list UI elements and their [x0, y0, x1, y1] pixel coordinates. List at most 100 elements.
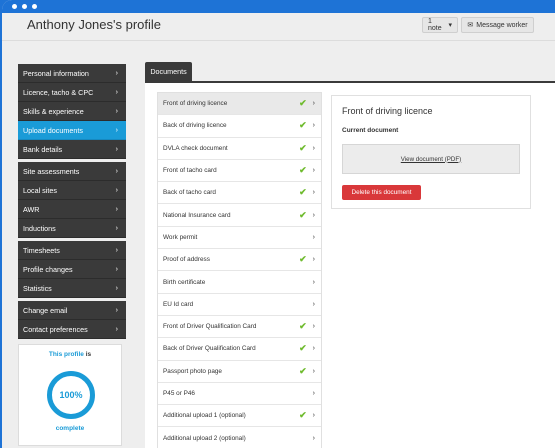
window-dot-icon[interactable] — [12, 4, 17, 9]
checkmark-icon: ✔ — [299, 120, 307, 131]
checkmark-icon: ✔ — [299, 142, 307, 153]
document-status: ✔ › — [299, 143, 315, 154]
chevron-right-icon: › — [312, 144, 315, 152]
checkmark-icon: ✔ — [299, 187, 307, 198]
chevron-right-icon: › — [312, 167, 315, 175]
checkmark-icon: ✔ — [299, 343, 307, 354]
tab-documents[interactable]: Documents — [145, 62, 192, 81]
document-list: Front of driving licence ✔ › Back of drivin… — [157, 92, 322, 448]
completion-percent: 100% — [59, 390, 83, 400]
sidebar-item-label: Timesheets — [23, 245, 60, 255]
document-label: EU Id card — [163, 300, 194, 308]
detail-title: Front of driving licence — [342, 106, 433, 116]
document-label: Passport photo page — [163, 367, 222, 375]
sidebar-item-personal-information[interactable]: Personal information › — [18, 64, 126, 83]
sidebar-item-change-email[interactable]: Change email › — [18, 301, 126, 320]
document-status: › — [313, 435, 315, 442]
chevron-right-icon: › — [312, 100, 315, 108]
sidebar-item-skills-experience[interactable]: Skills & experience › — [18, 102, 126, 121]
window-dot-icon[interactable] — [32, 4, 37, 9]
chevron-right-icon: › — [115, 224, 118, 232]
document-label: Back of Driver Qualification Card — [163, 345, 256, 353]
chevron-right-icon: › — [115, 306, 118, 314]
document-list-item[interactable]: Front of Driver Qualification Card ✔ › — [158, 316, 321, 339]
document-label: Back of driving licence — [163, 122, 227, 130]
sidebar-item-timesheets[interactable]: Timesheets › — [18, 241, 126, 260]
sidebar-item-inductions[interactable]: Inductions › — [18, 219, 126, 238]
sidebar-item-awr[interactable]: AWR › — [18, 200, 126, 219]
chevron-right-icon: › — [115, 88, 118, 96]
notes-button-label: 1 note — [428, 18, 442, 32]
view-document-link[interactable]: View document (PDF) — [401, 156, 461, 163]
document-list-item[interactable]: DVLA check document ✔ › — [158, 138, 321, 160]
delete-document-button[interactable]: Delete this document — [342, 185, 421, 200]
document-list-item[interactable]: EU Id card › — [158, 294, 321, 316]
document-list-item[interactable]: National Insurance card ✔ › — [158, 204, 321, 227]
document-list-item[interactable]: Front of driving licence ✔ › — [158, 93, 321, 116]
sidebar-group: Change email › Contact preferences › — [18, 301, 126, 339]
sidebar-item-label: Change email — [23, 305, 68, 315]
sidebar-item-site-assessments[interactable]: Site assessments › — [18, 162, 126, 181]
sidebar-item-bank-details[interactable]: Bank details › — [18, 140, 126, 159]
document-list-item[interactable]: Birth certificate › — [158, 271, 321, 294]
completion-ring: 100% — [47, 371, 95, 419]
chevron-right-icon: › — [115, 167, 118, 175]
document-list-item[interactable]: Work permit › — [158, 227, 321, 250]
chevron-right-icon: › — [115, 284, 118, 292]
document-status: ✔ › — [299, 366, 315, 377]
window-titlebar — [2, 0, 555, 13]
detail-subtitle: Current document — [342, 127, 399, 134]
chevron-right-icon: › — [312, 300, 315, 308]
message-worker-button[interactable]: ✉ Message worker — [461, 17, 534, 33]
caret-down-icon: ▾ — [448, 22, 452, 29]
sidebar-item-label: AWR — [23, 204, 40, 214]
envelope-icon: ✉ — [467, 22, 474, 29]
documents-panel: Front of driving licence ✔ › Back of drivin… — [145, 81, 555, 448]
checkmark-icon: ✔ — [299, 98, 307, 109]
sidebar-item-profile-changes[interactable]: Profile changes › — [18, 260, 126, 279]
document-label: National Insurance card — [163, 211, 231, 219]
chevron-right-icon: › — [115, 205, 118, 213]
document-status: ✔ › — [299, 254, 315, 265]
header-divider — [2, 40, 555, 41]
document-label: Additional upload 1 (optional) — [163, 412, 246, 420]
sidebar-item-label: Contact preferences — [23, 324, 88, 334]
sidebar-item-label: Inductions — [23, 223, 56, 233]
checkmark-icon: ✔ — [299, 365, 307, 376]
document-list-item[interactable]: Back of Driver Qualification Card ✔ › — [158, 338, 321, 361]
document-list-item[interactable]: Passport photo page ✔ › — [158, 361, 321, 383]
sidebar-item-upload-documents[interactable]: Upload documents › — [18, 121, 126, 140]
chevron-right-icon: › — [312, 233, 315, 241]
chevron-right-icon: › — [312, 412, 315, 420]
chevron-right-icon: › — [312, 367, 315, 375]
document-list-item[interactable]: Additional upload 1 (optional) ✔ › — [158, 405, 321, 428]
checkmark-icon: ✔ — [299, 209, 307, 220]
document-list-item[interactable]: Front of tacho card ✔ › — [158, 160, 321, 183]
sidebar-item-label: Site assessments — [23, 166, 80, 176]
sidebar-group: Timesheets › Profile changes › Statistics › — [18, 241, 126, 298]
sidebar-item-label: Local sites — [23, 185, 57, 195]
document-status: ✔ › — [299, 210, 315, 221]
document-status: › — [313, 390, 315, 397]
chevron-right-icon: › — [312, 345, 315, 353]
sidebar-nav: Personal information › Licence, tacho & CP… — [18, 64, 126, 339]
document-status: ✔ › — [299, 120, 315, 131]
document-list-item[interactable]: Back of driving licence ✔ › — [158, 115, 321, 138]
chevron-right-icon: › — [115, 107, 118, 115]
checkmark-icon: ✔ — [299, 321, 307, 332]
sidebar-item-contact-preferences[interactable]: Contact preferences › — [18, 320, 126, 339]
document-label: Work permit — [163, 233, 198, 241]
sidebar-item-label: Profile changes — [23, 264, 73, 274]
window-dot-icon[interactable] — [22, 4, 27, 9]
document-list-item[interactable]: P45 or P46 › — [158, 383, 321, 406]
chevron-right-icon: › — [312, 278, 315, 286]
notes-dropdown-button[interactable]: 1 note ▾ — [422, 17, 458, 33]
sidebar-item-local-sites[interactable]: Local sites › — [18, 181, 126, 200]
document-label: Front of tacho card — [163, 167, 217, 175]
sidebar-item-licence-tacho-cpc[interactable]: Licence, tacho & CPC › — [18, 83, 126, 102]
sidebar-item-statistics[interactable]: Statistics › — [18, 279, 126, 298]
document-label: Birth certificate — [163, 278, 206, 286]
document-list-item[interactable]: Back of tacho card ✔ › — [158, 182, 321, 205]
document-list-item[interactable]: Additional upload 2 (optional) › — [158, 427, 321, 448]
document-list-item[interactable]: Proof of address ✔ › — [158, 249, 321, 272]
